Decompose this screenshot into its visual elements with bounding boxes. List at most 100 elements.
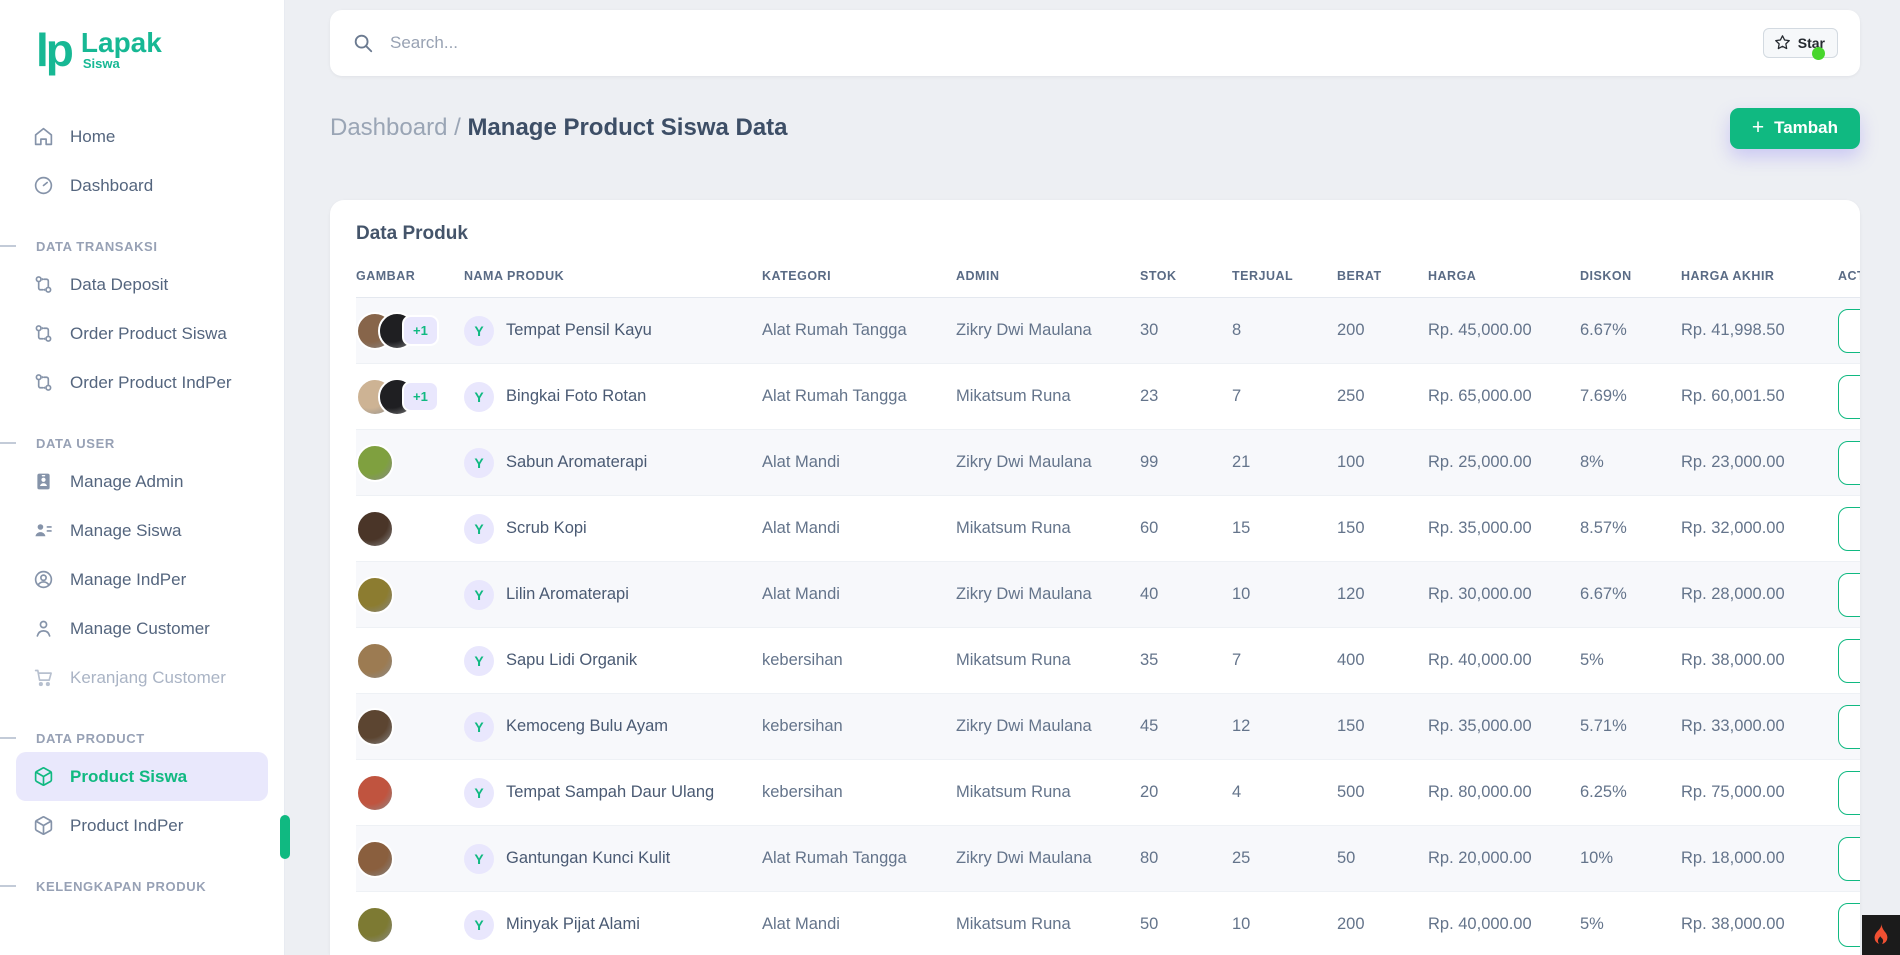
table-row: YKemoceng Bulu AyamkebersihanZikry Dwi M…: [356, 694, 1860, 760]
cell-admin: Zikry Dwi Maulana: [956, 298, 1140, 364]
sidebar-item-home[interactable]: Home: [16, 112, 268, 161]
app-root: lp Lapak Siswa Home Dashboard DATA TRANS…: [0, 0, 1900, 955]
product-thumbnails: [356, 444, 456, 482]
breadcrumb: Dashboard / Manage Product Siswa Data: [330, 114, 788, 142]
cell-berat: 250: [1337, 364, 1428, 430]
brand-logo[interactable]: lp Lapak Siswa: [0, 0, 284, 112]
cell-harga: Rp. 25,000.00: [1428, 430, 1580, 496]
sidebar-item-label: Order Product IndPer: [70, 373, 232, 393]
product-image: [356, 774, 394, 812]
status-dot: [1812, 47, 1825, 60]
detail-button[interactable]: Detail: [1838, 441, 1860, 485]
product-thumbnails: +1: [356, 378, 456, 416]
debug-toolbar-badge[interactable]: [1862, 915, 1900, 955]
section-dash: [0, 442, 16, 444]
table-row: YSapu Lidi OrganikkebersihanMikatsum Run…: [356, 628, 1860, 694]
cell-stok: 45: [1140, 694, 1232, 760]
cell-stok: 99: [1140, 430, 1232, 496]
star-button[interactable]: Star: [1763, 28, 1838, 58]
product-name: Scrub Kopi: [506, 519, 587, 538]
detail-button[interactable]: Detail: [1838, 771, 1860, 815]
sidebar-item-order-product-siswa[interactable]: Order Product Siswa: [16, 309, 268, 358]
sidebar-item-product-siswa[interactable]: Product Siswa: [16, 752, 268, 801]
cell-berat: 200: [1337, 298, 1428, 364]
cell-admin: Zikry Dwi Maulana: [956, 430, 1140, 496]
sidebar-item-keranjang-customer[interactable]: Keranjang Customer: [16, 653, 268, 702]
sidebar-section-header: KELENGKAPAN PRODUK: [0, 872, 284, 900]
table-row: +1 Y Bingkai Foto Rotan Alat Rumah TanggaMi…: [356, 364, 1860, 430]
cell-stok: 50: [1140, 892, 1232, 955]
product-avatar: Y: [464, 514, 494, 544]
column-header-gambar: GAMBAR: [356, 259, 464, 298]
product-image: [356, 642, 394, 680]
cell-diskon: 5%: [1580, 892, 1681, 955]
git-compare-icon: [32, 372, 54, 394]
product-image: [356, 510, 394, 548]
column-header-berat: BERAT: [1337, 259, 1428, 298]
cell-harga-akhir: Rp. 33,000.00: [1681, 694, 1838, 760]
detail-button[interactable]: Detail: [1838, 837, 1860, 881]
sidebar-item-label: Dashboard: [70, 176, 153, 196]
search-icon: [352, 32, 374, 54]
detail-button[interactable]: Detail: [1838, 375, 1860, 419]
product-avatar: Y: [464, 382, 494, 412]
page-header: Dashboard / Manage Product Siswa Data + …: [330, 100, 1860, 156]
section-label: DATA USER: [36, 436, 115, 451]
product-thumbnails: [356, 642, 456, 680]
cell-admin: Zikry Dwi Maulana: [956, 562, 1140, 628]
cell-harga-akhir: Rp. 18,000.00: [1681, 826, 1838, 892]
product-image: [356, 708, 394, 746]
detail-button[interactable]: Detail: [1838, 573, 1860, 617]
sidebar-section-header: DATA PRODUCT: [0, 724, 284, 752]
cell-diskon: 10%: [1580, 826, 1681, 892]
cell-admin: Mikatsum Runa: [956, 496, 1140, 562]
cell-harga: Rp. 35,000.00: [1428, 694, 1580, 760]
sidebar-item-order-product-indper[interactable]: Order Product IndPer: [16, 358, 268, 407]
user-icon: [32, 618, 54, 640]
brand-subtitle: Siswa: [83, 56, 162, 71]
sidebar-item-dashboard[interactable]: Dashboard: [16, 161, 268, 210]
search-input[interactable]: [390, 33, 890, 53]
detail-button[interactable]: Detail: [1838, 639, 1860, 683]
more-images-badge[interactable]: +1: [402, 315, 439, 346]
section-dash: [0, 885, 16, 887]
sidebar-item-data-deposit[interactable]: Data Deposit: [16, 260, 268, 309]
sidebar-item-manage-customer[interactable]: Manage Customer: [16, 604, 268, 653]
tambah-button-label: Tambah: [1774, 118, 1838, 138]
sidebar-item-manage-admin[interactable]: Manage Admin: [16, 457, 268, 506]
tambah-button[interactable]: + Tambah: [1730, 108, 1860, 149]
more-images-badge[interactable]: +1: [402, 381, 439, 412]
detail-button[interactable]: Detail: [1838, 309, 1860, 353]
section-label: DATA TRANSAKSI: [36, 239, 158, 254]
cell-kategori: Alat Mandi: [762, 562, 956, 628]
cell-berat: 120: [1337, 562, 1428, 628]
section-label: DATA PRODUCT: [36, 731, 145, 746]
search-bar: [352, 32, 1763, 54]
sidebar-item-manage-siswa[interactable]: Manage Siswa: [16, 506, 268, 555]
detail-button[interactable]: Detail: [1838, 705, 1860, 749]
product-avatar: Y: [464, 580, 494, 610]
cell-kategori: Alat Rumah Tangga: [762, 364, 956, 430]
cell-stok: 35: [1140, 628, 1232, 694]
product-name: Bingkai Foto Rotan: [506, 387, 646, 406]
flame-icon: [1870, 922, 1892, 948]
sidebar-item-manage-indper[interactable]: Manage IndPer: [16, 555, 268, 604]
cell-stok: 23: [1140, 364, 1232, 430]
breadcrumb-parent[interactable]: Dashboard: [330, 114, 447, 141]
detail-button[interactable]: Detail: [1838, 507, 1860, 551]
product-image: [356, 840, 394, 878]
detail-button[interactable]: Detail: [1838, 903, 1860, 947]
product-name: Sapu Lidi Organik: [506, 651, 637, 670]
sidebar: lp Lapak Siswa Home Dashboard DATA TRANS…: [0, 0, 285, 955]
column-header-terjual: TERJUAL: [1232, 259, 1337, 298]
cell-berat: 150: [1337, 496, 1428, 562]
column-header-admin: ADMIN: [956, 259, 1140, 298]
cell-stok: 60: [1140, 496, 1232, 562]
cell-admin: Mikatsum Runa: [956, 364, 1140, 430]
product-avatar: Y: [464, 910, 494, 940]
column-header-harga: HARGA: [1428, 259, 1580, 298]
sidebar-item-label: Manage Admin: [70, 472, 183, 492]
product-name: Tempat Sampah Daur Ulang: [506, 783, 714, 802]
sidebar-item-product-indper[interactable]: Product IndPer: [16, 801, 268, 850]
product-name: Minyak Pijat Alami: [506, 915, 640, 934]
